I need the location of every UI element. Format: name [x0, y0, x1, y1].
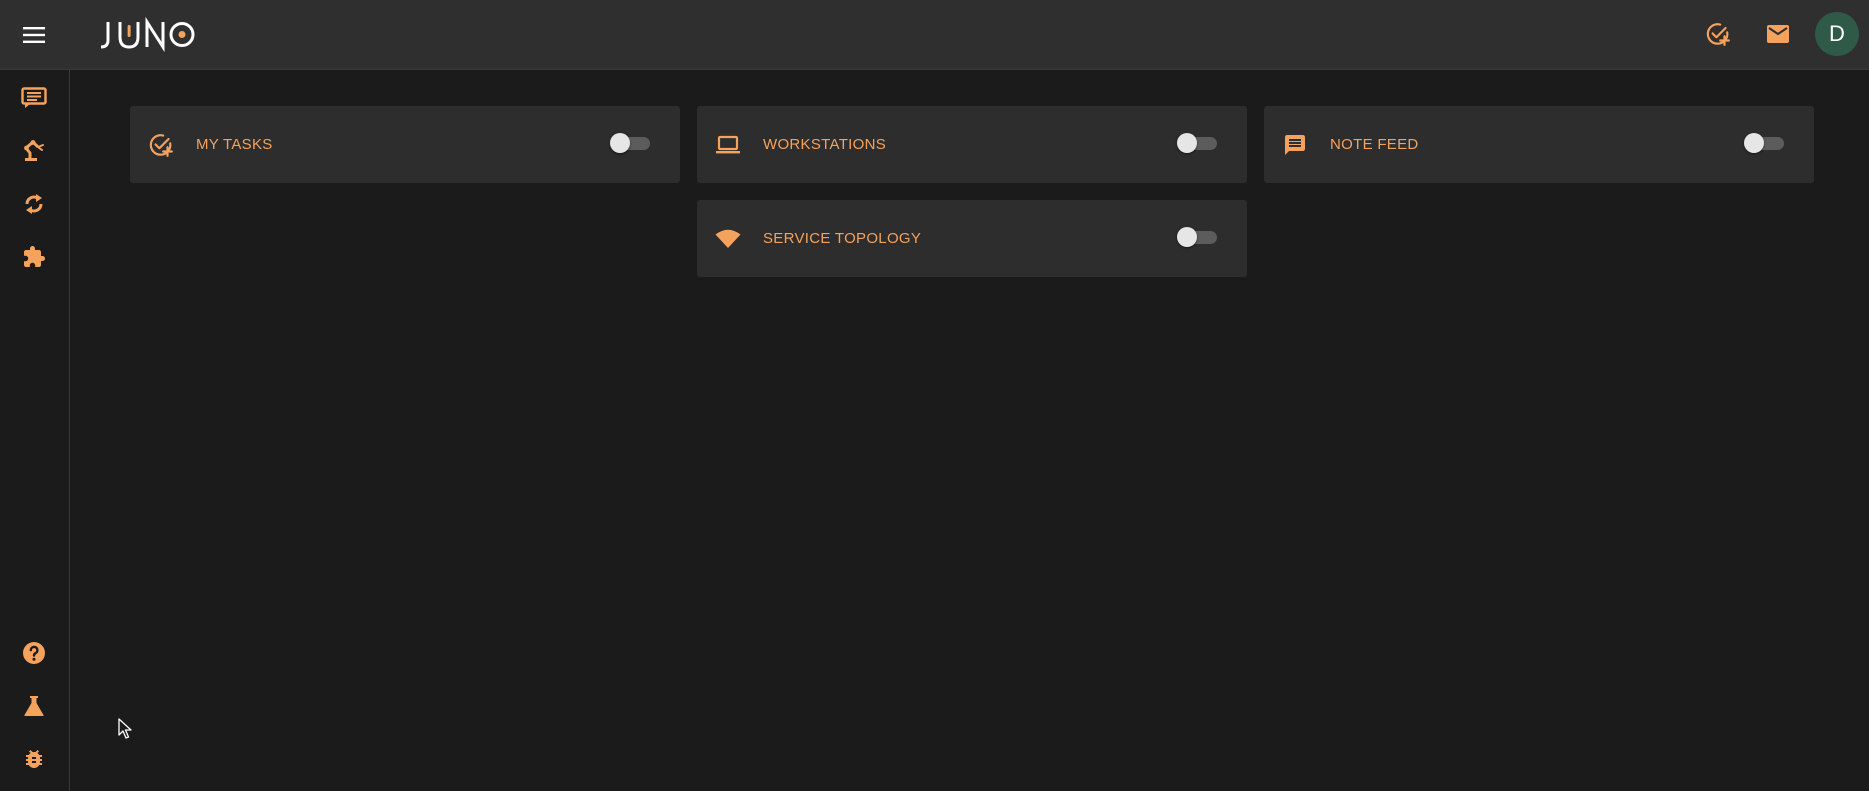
card-icon [148, 132, 174, 158]
sidebar-item-debug[interactable] [10, 736, 58, 782]
sidebar-item-help[interactable] [10, 630, 58, 676]
top-app-bar: D [0, 0, 1869, 70]
toggle-thumb [1177, 133, 1197, 153]
sync-icon [25, 194, 43, 214]
widget-card-workstations: WORKSTATIONS [697, 106, 1247, 183]
widget-card-my-tasks: MY TASKS [130, 106, 680, 183]
widget-label: NOTE FEED [1330, 136, 1419, 153]
puzzle-icon [24, 246, 45, 267]
card-icon [1282, 132, 1308, 158]
side-navigation [0, 70, 70, 791]
widget-card-note-feed: NOTE FEED [1264, 106, 1814, 183]
sidebar-item-sync[interactable] [10, 181, 58, 227]
top-actions: D [1695, 11, 1859, 57]
sidebar-item-messages[interactable] [10, 75, 58, 121]
toggle-thumb [1177, 227, 1197, 247]
hamburger-menu-icon [23, 27, 45, 43]
user-avatar[interactable]: D [1815, 12, 1859, 56]
widget-label: WORKSTATIONS [763, 136, 887, 153]
task-add-icon [1706, 23, 1730, 46]
app-logo[interactable] [98, 14, 198, 54]
avatar-initial: D [1829, 21, 1845, 46]
toggle-thumb [1744, 133, 1764, 153]
sidebar-item-plugins[interactable] [10, 234, 58, 280]
widget-toggle-note-feed[interactable] [1744, 133, 1784, 153]
juno-logo-mark [100, 16, 195, 52]
widget-toggle-my-tasks[interactable] [610, 133, 650, 153]
widget-toggle-service-topology[interactable] [1177, 227, 1217, 247]
widget-label: MY TASKS [196, 136, 273, 153]
flask-icon [24, 696, 44, 716]
bug-icon [26, 750, 42, 768]
task-add-icon [149, 134, 173, 157]
widget-toggle-workstations[interactable] [1177, 133, 1217, 153]
tasks-button[interactable] [1695, 11, 1741, 57]
hamburger-menu-button[interactable] [14, 16, 54, 54]
wifi-icon [715, 229, 741, 248]
help-icon [23, 642, 45, 664]
laptop-icon [716, 135, 740, 154]
widget-card-service-topology: SERVICE TOPOLOGY [697, 200, 1247, 277]
card-icon [715, 132, 741, 158]
toggle-thumb [610, 133, 630, 153]
message-list-icon [21, 87, 47, 108]
mail-icon [1767, 25, 1789, 43]
mouse-cursor-icon [118, 718, 132, 739]
robot-arm-icon [24, 140, 44, 161]
mail-button[interactable] [1755, 11, 1801, 57]
widget-label: SERVICE TOPOLOGY [763, 230, 922, 247]
card-icon [715, 226, 741, 252]
sidebar-item-lab[interactable] [10, 683, 58, 729]
chat-note-icon [1285, 135, 1305, 155]
sidebar-item-robotics[interactable] [10, 128, 58, 174]
